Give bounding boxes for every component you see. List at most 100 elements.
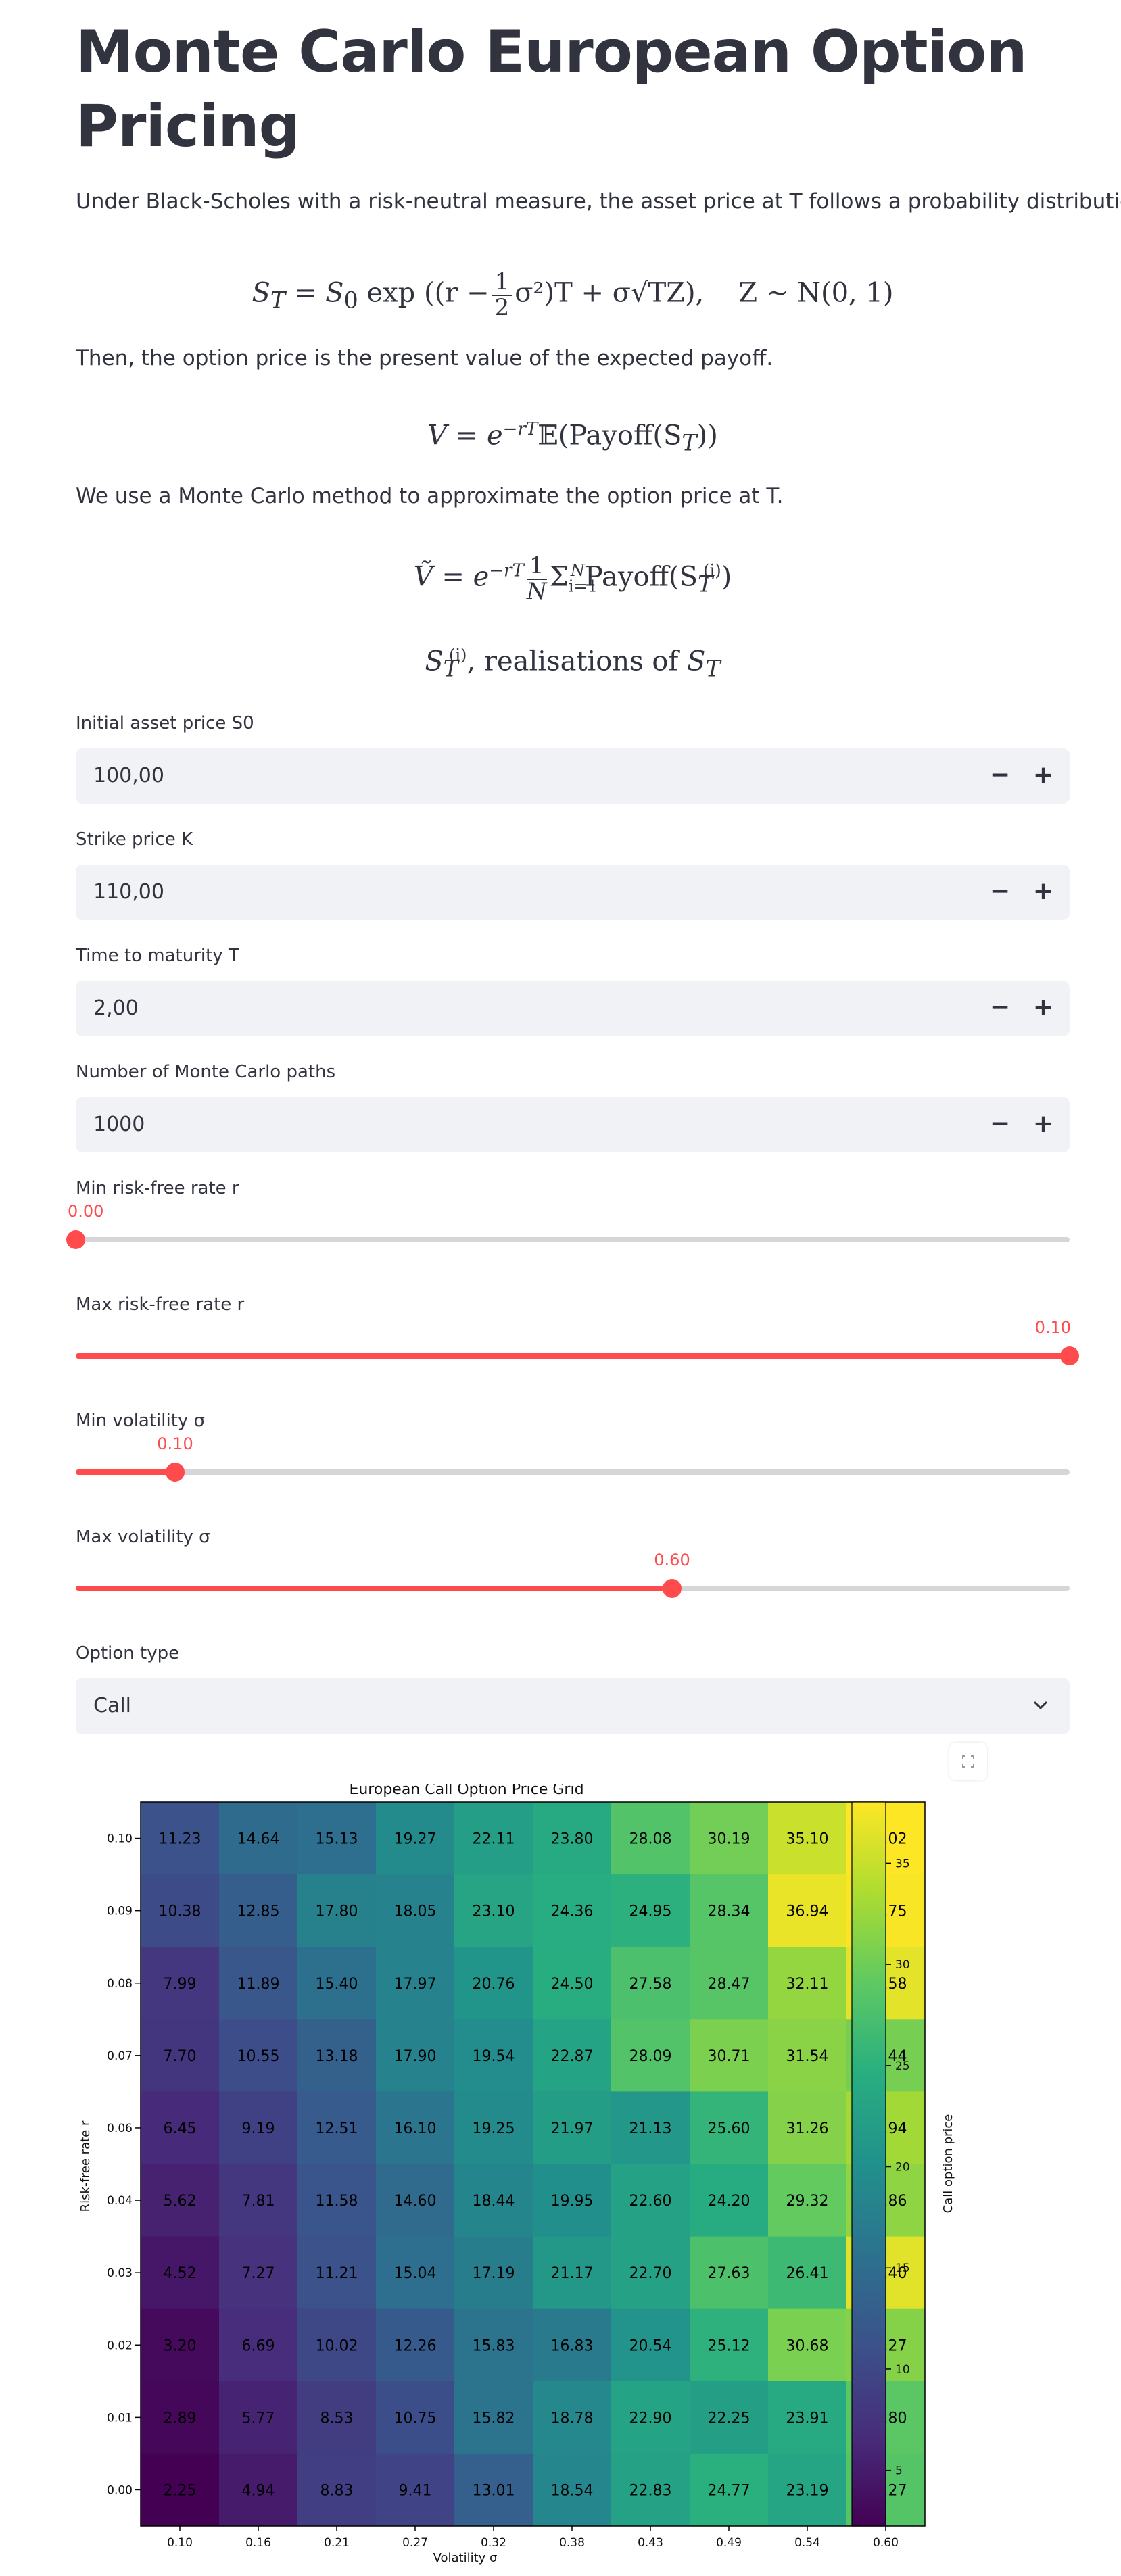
cell-value-label: 15.82 [473,2410,515,2427]
s0-increment-button[interactable]: + [1022,748,1064,804]
cell-value-label: 16.10 [394,2120,437,2137]
maturity-number-input[interactable]: 2,00 − + [76,981,1070,1036]
cell-value-label: 19.25 [473,2120,515,2137]
cell-value-label: 24.77 [708,2482,750,2499]
x-tick-label: 0.60 [873,2536,899,2550]
cell-value-label: 26.41 [786,2265,829,2282]
cell-value-label: 17.90 [394,2048,437,2065]
cell-value-label: 28.34 [708,1903,750,1920]
cell-value-label: 24.95 [629,1903,672,1920]
slider-track[interactable] [76,1469,1070,1475]
cell-value-label: 32.11 [786,1976,829,1993]
paths-number-input[interactable]: 1000 − + [76,1097,1070,1152]
cell-value-label: 27.63 [708,2265,750,2282]
cell-value-label: 28.08 [629,1831,672,1848]
cell-value-label: 22.70 [629,2265,672,2282]
cell-value-label: 7.99 [164,1976,197,1993]
chevron-down-icon[interactable] [1030,1695,1051,1716]
y-tick-label: 0.10 [107,1832,133,1846]
page-title: Monte Carlo European Option Pricing [76,18,1027,160]
cell-value-label: 22.25 [708,2410,750,2427]
cell-value-label: 17.80 [316,1903,358,1920]
colorbar-tick-label: 5 [895,2464,903,2478]
formula-s0-sub: 0 [343,287,358,314]
cell-value-label: 18.78 [551,2410,594,2427]
formula-st-sub: T [270,287,286,314]
cell-value-label: 12.51 [316,2120,358,2137]
min-rate-slider[interactable]: 0.00 [66,1202,1070,1259]
formula-sup: (i) [449,646,467,664]
cell-value-label: 30.68 [786,2337,829,2354]
input-label-t: Time to maturity T [76,946,239,966]
s0-number-input[interactable]: 100,00 − + [76,748,1070,804]
slider-track[interactable] [76,1237,1070,1242]
cell-value-label: 15.40 [316,1976,358,1993]
cell-value-label: 23.19 [786,2482,829,2499]
x-tick-label: 0.16 [245,2536,271,2550]
cell-value-label: 27.58 [629,1976,672,1993]
maturity-decrement-button[interactable]: − [979,981,1021,1036]
strike-decrement-button[interactable]: − [979,865,1021,920]
cell-value-label: 18.44 [473,2193,515,2210]
fraction-den: 2 [494,293,510,321]
formula-half-fraction: 12 [492,270,512,320]
slider-label-max-r: Max risk-free rate r [76,1294,245,1315]
cell-value-label: 31.26 [786,2120,829,2137]
colorbar [852,1802,886,2526]
strike-number-input[interactable]: 110,00 − + [76,865,1070,920]
y-tick-label: 0.07 [107,2049,133,2063]
cell-value-label: 11.89 [237,1976,280,1993]
y-tick-label: 0.00 [107,2483,133,2497]
fullscreen-icon[interactable] [949,1743,987,1780]
maturity-increment-button[interactable]: + [1022,981,1064,1036]
slider-thumb[interactable] [166,1463,185,1482]
slider-thumb[interactable] [66,1230,85,1249]
cell-value-label: 5.77 [242,2410,275,2427]
cell-value-label: 15.13 [316,1831,358,1848]
paths-decrement-button[interactable]: − [979,1097,1021,1152]
colorbar-tick-label: 25 [895,2060,910,2073]
y-tick-label: 0.03 [107,2266,133,2280]
colorbar-tick-label: 35 [895,1857,910,1870]
formula-expectation: 𝔼(Payoff(S [538,420,682,452]
slider-thumb[interactable] [1060,1346,1079,1365]
strike-increment-button[interactable]: + [1022,865,1064,920]
max-rate-slider[interactable]: 0.10 [76,1318,1079,1375]
option-type-value[interactable]: Call [93,1678,131,1734]
cell-value-label: 28.09 [629,2048,672,2065]
cell-value-label: 25.12 [708,2337,750,2354]
chart-title: European Call Option Price Grid [349,1784,583,1798]
colorbar-label: Call option price [941,2114,955,2214]
maturity-value[interactable]: 2,00 [93,981,139,1036]
s0-decrement-button[interactable]: − [979,748,1021,804]
formula-payoff: Payoff(S [584,561,698,593]
x-tick-label: 0.21 [324,2536,350,2550]
option-type-select[interactable]: Call [76,1678,1070,1734]
y-tick-labels: 0.10 0.09 0.08 0.07 0.06 0.04 0.03 0.02 0.01 0.00 [107,1832,141,2497]
slider-value: 0.00 [68,1202,104,1221]
cell-value-label: 29.32 [786,2193,829,2210]
paths-value[interactable]: 1000 [93,1097,145,1152]
min-volatility-slider[interactable]: 0.10 [76,1434,1070,1491]
cell-value-label: 11.21 [316,2265,358,2282]
cell-value-label: 3.20 [164,2337,197,2354]
slider-label-min-r: Min risk-free rate r [76,1178,239,1198]
strike-value[interactable]: 110,00 [93,865,164,920]
formula-s0: S [325,277,344,309]
slider-thumb[interactable] [663,1579,682,1598]
call-price-heatmap: European Call Option Price Grid 11.23 14.… [78,1784,955,2565]
cell-value-label: 11.58 [316,2193,358,2210]
cell-value-label: 14.64 [237,1831,280,1848]
s0-value[interactable]: 100,00 [93,748,164,804]
formula-close: ) [721,561,732,593]
paths-increment-button[interactable]: + [1022,1097,1064,1152]
cell-value-label: 10.02 [316,2337,358,2354]
y-tick-label: 0.02 [107,2339,133,2352]
cell-value-label: 18.54 [551,2482,594,2499]
max-volatility-slider[interactable]: 0.60 [76,1551,1070,1607]
cell-value-label: 17.97 [394,1976,437,1993]
cell-value-label: 4.52 [164,2265,197,2282]
cell-value-label: 23.10 [473,1903,515,1920]
slider-value: 0.10 [157,1434,193,1453]
cell-value-label: 12.26 [394,2337,437,2354]
